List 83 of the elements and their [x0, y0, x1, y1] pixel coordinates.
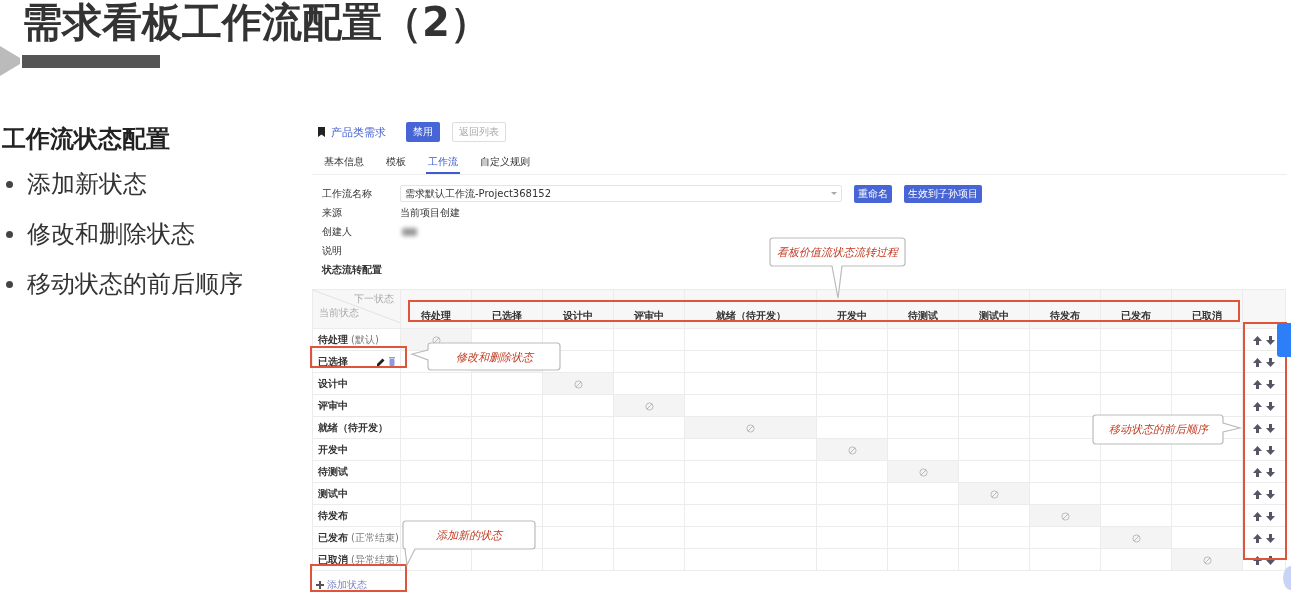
- disabled-icon: [573, 379, 583, 389]
- down-arrow-icon[interactable]: [1266, 555, 1275, 565]
- field-label: 创建人: [322, 224, 353, 239]
- bullet-text: 修改和删除状态: [27, 219, 195, 250]
- callout: 修改和删除状态: [412, 343, 560, 370]
- tab[interactable]: 基本信息: [322, 152, 366, 174]
- field-label: 工作流名称: [322, 186, 373, 201]
- up-arrow-icon[interactable]: [1253, 335, 1262, 345]
- up-arrow-icon[interactable]: [1253, 489, 1262, 499]
- callout: 添加新的状态: [403, 521, 535, 565]
- field-label: 来源: [322, 205, 343, 220]
- bullet-icon: [6, 280, 13, 288]
- disabled-icon: [847, 445, 857, 455]
- state-name: 已发布: [318, 530, 348, 545]
- bookmark-icon: [318, 127, 325, 137]
- down-arrow-icon[interactable]: [1266, 423, 1275, 433]
- disabled-icon: [989, 489, 999, 499]
- bullet-text: 移动状态的前后顺序: [27, 269, 243, 300]
- state-name: 待处理: [318, 332, 348, 347]
- plus-icon: [316, 581, 324, 589]
- up-arrow-icon[interactable]: [1253, 467, 1262, 477]
- workflow-select[interactable]: 需求默认工作流-Project368152: [400, 185, 842, 202]
- select-value: 需求默认工作流-Project368152: [405, 186, 551, 201]
- up-arrow-icon[interactable]: [1253, 357, 1262, 367]
- callout: 看板价值流状态流转过程: [770, 238, 905, 298]
- tab[interactable]: 自定义规则: [478, 152, 532, 174]
- section-title: 状态流转配置: [322, 262, 383, 277]
- disabled-icon: [1131, 533, 1141, 543]
- up-arrow-icon[interactable]: [1253, 379, 1262, 389]
- project-title: 产品类需求: [331, 124, 386, 140]
- corner-label: 当前状态: [319, 306, 359, 320]
- up-arrow-icon[interactable]: [1253, 511, 1262, 521]
- down-arrow-icon[interactable]: [1266, 401, 1275, 411]
- disabled-icon: [1202, 555, 1212, 565]
- up-arrow-icon[interactable]: [1253, 533, 1262, 543]
- state-name: 评审中: [318, 398, 348, 413]
- bullet-text: 添加新状态: [27, 169, 147, 200]
- up-arrow-icon[interactable]: [1253, 555, 1262, 565]
- disabled-icon: [918, 467, 928, 477]
- state-name: 开发中: [318, 442, 348, 457]
- action-button[interactable]: 重命名: [854, 184, 892, 203]
- disabled-icon: [1060, 511, 1070, 521]
- down-arrow-icon[interactable]: [1266, 533, 1275, 543]
- down-arrow-icon[interactable]: [1266, 379, 1275, 389]
- disabled-icon: [746, 423, 755, 433]
- state-note: (正常结束): [351, 530, 399, 545]
- up-arrow-icon[interactable]: [1253, 445, 1262, 455]
- disabled-icon: [644, 401, 654, 411]
- caret-icon: [831, 192, 837, 195]
- down-arrow-icon[interactable]: [1266, 467, 1275, 477]
- add-state-label: 添加状态: [327, 578, 367, 592]
- state-name: 设计中: [318, 376, 348, 391]
- field-value: 当前项目创建: [400, 205, 460, 220]
- down-arrow-icon[interactable]: [1266, 357, 1275, 367]
- slide-title: 需求看板工作流配置（2）: [22, 0, 491, 44]
- edit-icon[interactable]: [376, 356, 386, 367]
- state-name: 已取消: [318, 552, 348, 567]
- action-button[interactable]: 生效到子孙项目: [904, 184, 982, 203]
- delete-icon[interactable]: [388, 356, 396, 367]
- redaction-mark: [402, 227, 417, 236]
- slide-heading: 工作流状态配置: [2, 124, 171, 154]
- tab[interactable]: 工作流: [426, 152, 460, 174]
- bullet-icon: [6, 230, 13, 238]
- state-name: 测试中: [318, 486, 348, 501]
- state-name: 已选择: [318, 354, 348, 369]
- callout: 移动状态的前后顺序: [1093, 415, 1240, 444]
- state-name: 就绪（待开发）: [318, 420, 388, 435]
- tab[interactable]: 模板: [384, 152, 408, 174]
- state-note: (默认): [351, 332, 379, 347]
- state-name: 待发布: [318, 508, 348, 523]
- add-state-link[interactable]: 添加状态: [316, 578, 367, 592]
- up-arrow-icon[interactable]: [1253, 401, 1262, 411]
- disabled-icon: [431, 335, 441, 345]
- state-note: (异常结束): [351, 552, 399, 567]
- down-arrow-icon[interactable]: [1266, 489, 1275, 499]
- down-arrow-icon[interactable]: [1266, 511, 1275, 521]
- bullet-icon: [6, 180, 13, 188]
- down-arrow-icon[interactable]: [1266, 445, 1275, 455]
- state-name: 待测试: [318, 464, 348, 479]
- field-label: 说明: [322, 243, 343, 258]
- down-arrow-icon[interactable]: [1266, 335, 1275, 345]
- disable-button[interactable]: 禁用: [406, 122, 440, 142]
- up-arrow-icon[interactable]: [1253, 423, 1262, 433]
